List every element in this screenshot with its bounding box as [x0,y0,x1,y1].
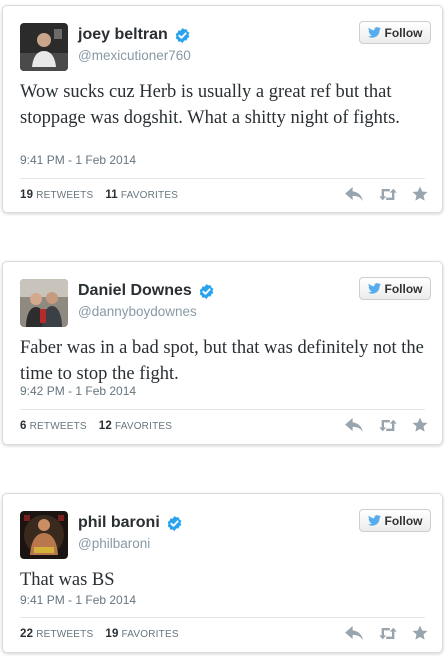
tweet-card: joey beltran @mexicutioner760 Follow Wow… [2,5,443,213]
retweet-count[interactable]: 6 [20,420,27,432]
tweet-text: Wow sucks cuz Herb is usually a great re… [20,82,400,128]
tweet-text: That was BS [20,570,115,590]
divider [20,178,425,179]
follow-label: Follow [384,281,423,296]
avatar[interactable] [20,279,68,327]
follow-button[interactable]: Follow [359,509,431,532]
reply-icon[interactable] [345,418,364,438]
verified-badge-icon [166,515,183,532]
twitter-bird-icon [368,27,381,38]
tweet-actions [331,625,428,646]
author-name[interactable]: phil baroni [78,514,183,532]
follow-button[interactable]: Follow [359,277,431,300]
avatar[interactable] [20,511,68,559]
retweet-icon[interactable] [378,187,398,207]
retweet-icon[interactable] [378,418,398,438]
favorite-star-icon[interactable] [412,417,428,438]
tweet-actions [331,186,428,207]
retweets-label: RETWEETS [36,190,94,201]
author-handle[interactable]: @philbaroni [78,536,150,551]
tweet-actions [331,417,428,438]
tweet-stats: 22 RETWEETS 19 FAVORITES [20,628,179,640]
retweets-label: RETWEETS [29,421,87,432]
favorites-label: FAVORITES [121,629,179,640]
retweet-icon[interactable] [378,626,398,646]
author-handle[interactable]: @mexicutioner760 [78,48,191,63]
author-name-text[interactable]: joey beltran [78,26,168,44]
tweet-timestamp[interactable]: 9:41 PM - 1 Feb 2014 [20,593,136,607]
author-name-text[interactable]: phil baroni [78,514,160,532]
divider [20,617,425,618]
tweet-stats: 19 RETWEETS 11 FAVORITES [20,189,178,201]
tweet-card: Daniel Downes @dannyboydownes Follow Fab… [2,261,443,445]
favorite-count[interactable]: 12 [99,420,112,432]
reply-icon[interactable] [345,187,364,207]
author-name[interactable]: joey beltran [78,26,191,44]
favorites-label: FAVORITES [114,421,173,432]
favorite-count[interactable]: 19 [105,628,118,640]
retweet-count[interactable]: 22 [20,628,33,640]
follow-label: Follow [384,25,423,40]
favorite-star-icon[interactable] [412,186,428,207]
tweet-card: phil baroni @philbaroni Follow That was … [2,493,443,653]
verified-badge-icon [174,27,191,44]
reply-icon[interactable] [345,626,364,646]
tweet-timestamp[interactable]: 9:41 PM - 1 Feb 2014 [20,153,136,167]
twitter-bird-icon [368,283,381,294]
tweet-stats: 6 RETWEETS 12 FAVORITES [20,420,172,432]
author-name-text[interactable]: Daniel Downes [78,282,192,300]
author-handle[interactable]: @dannyboydownes [78,304,197,319]
author-name[interactable]: Daniel Downes [78,282,215,300]
retweet-count[interactable]: 19 [20,189,33,201]
favorite-star-icon[interactable] [412,625,428,646]
verified-badge-icon [198,283,215,300]
favorite-count[interactable]: 11 [105,189,118,201]
tweet-text: Faber was in a bad spot, but that was de… [20,338,424,384]
favorites-label: FAVORITES [120,190,179,201]
twitter-bird-icon [368,515,381,526]
retweets-label: RETWEETS [36,629,94,640]
avatar[interactable] [20,23,68,71]
divider [20,409,425,410]
tweet-timestamp[interactable]: 9:42 PM - 1 Feb 2014 [20,384,136,398]
follow-button[interactable]: Follow [359,21,431,44]
follow-label: Follow [384,513,423,528]
